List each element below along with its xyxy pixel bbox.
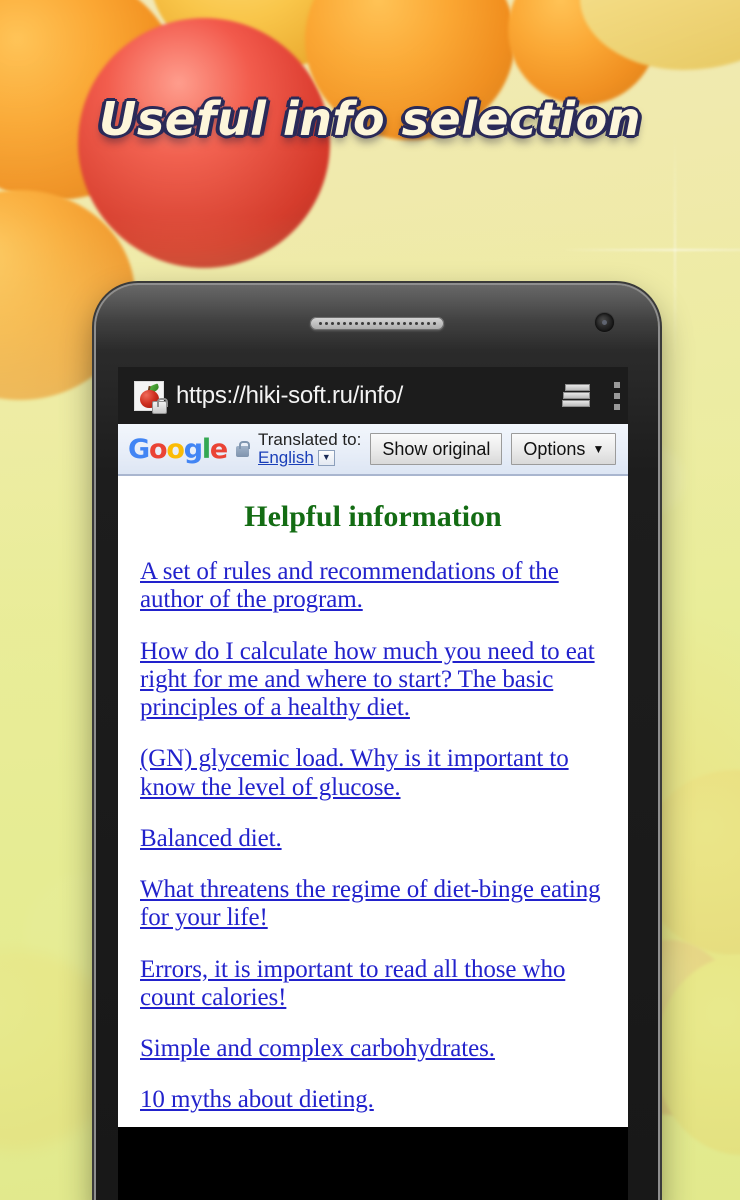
url-input[interactable]: https://hiki-soft.ru/info/: [176, 382, 550, 410]
google-logo-g2: g: [183, 433, 203, 465]
list-item[interactable]: What threatens the regime of diet-binge …: [140, 876, 606, 933]
google-logo-g1: G: [128, 433, 150, 465]
list-item[interactable]: A set of rules and recommendations of th…: [140, 558, 606, 615]
phone-screen: https://hiki-soft.ru/info/ Google Transl…: [118, 367, 628, 1127]
secure-lock-icon: [236, 440, 251, 457]
page-title: Helpful information: [244, 500, 502, 533]
google-logo-l: l: [201, 433, 211, 465]
google-logo-o1: o: [148, 433, 168, 465]
list-item[interactable]: 10 myths about dieting.: [140, 1086, 606, 1114]
show-original-label: Show original: [382, 438, 491, 459]
language-dropdown-caret-icon[interactable]: ▼: [317, 449, 335, 466]
show-original-button[interactable]: Show original: [370, 433, 503, 465]
earpiece-speaker-icon: [310, 317, 444, 330]
options-button[interactable]: Options ▼: [511, 433, 617, 465]
front-camera-icon: [595, 313, 614, 332]
google-translate-bar: Google Translated to: English ▼ Show ori…: [118, 424, 628, 476]
google-logo: Google: [128, 433, 228, 465]
language-link[interactable]: English: [258, 449, 314, 467]
translated-to-group: Translated to: English ▼: [258, 431, 361, 467]
tab-stack-icon[interactable]: [562, 382, 592, 410]
list-item[interactable]: Errors, it is important to read all thos…: [140, 956, 606, 1013]
google-logo-o2: o: [166, 433, 185, 465]
chevron-down-icon: ▼: [592, 442, 605, 456]
lock-icon: [152, 397, 168, 414]
screenshot-root: Useful info selection https://hiki-soft.…: [0, 0, 740, 1200]
google-logo-e: e: [209, 433, 228, 465]
list-item[interactable]: Simple and complex carbohydrates.: [140, 1035, 606, 1063]
list-item[interactable]: Balanced diet.: [140, 825, 606, 853]
overflow-menu-icon[interactable]: [604, 381, 620, 410]
hero-title: Useful info selection: [98, 92, 642, 146]
list-item[interactable]: (GN) glycemic load. Why is it important …: [140, 745, 606, 802]
apple-lock-favicon-icon: [134, 380, 168, 414]
options-label: Options: [523, 438, 586, 459]
phone-bottom-blank-area: [118, 1127, 628, 1200]
browser-url-bar: https://hiki-soft.ru/info/: [118, 367, 628, 424]
phone-device: https://hiki-soft.ru/info/ Google Transl…: [96, 285, 658, 1200]
translated-to-label: Translated to:: [258, 430, 362, 450]
list-item[interactable]: How do I calculate how much you need to …: [140, 638, 606, 723]
web-page-content: Helpful information A set of rules and r…: [118, 476, 628, 1127]
